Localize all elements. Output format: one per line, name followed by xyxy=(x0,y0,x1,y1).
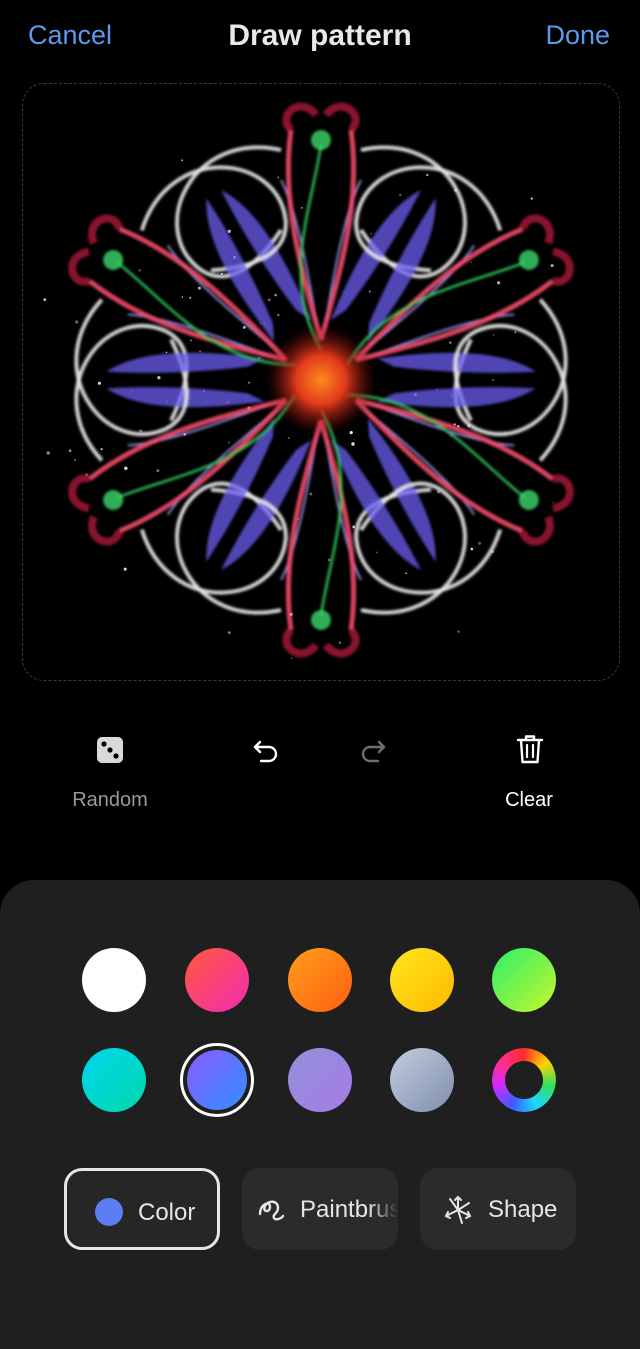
color-mode-button[interactable]: Color xyxy=(64,1168,220,1250)
swatch-lavender[interactable] xyxy=(288,1048,352,1112)
trash-icon xyxy=(516,735,544,764)
color-wheel-icon xyxy=(492,1048,556,1112)
clear-label: Clear xyxy=(505,789,553,811)
brush-stroke-icon xyxy=(258,1200,285,1221)
swatch-orange[interactable] xyxy=(288,948,352,1012)
paintbrush-mode-button[interactable]: Paintbrush xyxy=(242,1168,398,1250)
undo-icon xyxy=(253,740,278,763)
random-label: Random xyxy=(72,789,148,811)
shape-mode-label: Shape xyxy=(488,1196,558,1223)
redo-icon xyxy=(361,740,386,763)
dice-icon xyxy=(97,737,123,763)
swatch-white[interactable] xyxy=(82,948,146,1012)
shape-mode-button[interactable]: Shape xyxy=(420,1168,576,1250)
swatch-blue-violet[interactable] xyxy=(187,1050,247,1110)
top-bar: Cancel Draw pattern Done xyxy=(0,0,640,80)
swatch-cyan[interactable] xyxy=(82,1048,146,1112)
color-wheel-picker[interactable] xyxy=(492,1048,556,1112)
random-button[interactable] xyxy=(96,736,124,764)
color-mode-label: Color xyxy=(138,1199,196,1226)
undo-button[interactable] xyxy=(251,734,281,764)
kaleidoscope-pattern xyxy=(43,102,574,660)
cancel-button[interactable]: Cancel xyxy=(28,20,112,51)
pattern-core xyxy=(266,325,376,435)
swatch-gray-blue[interactable] xyxy=(390,1048,454,1112)
redo-button[interactable] xyxy=(358,734,388,764)
done-button[interactable]: Done xyxy=(545,20,610,51)
color-dot-icon xyxy=(95,1198,123,1226)
swatch-red-pink[interactable] xyxy=(185,948,249,1012)
kaleidoscope-shape-icon xyxy=(444,1195,472,1224)
swatch-yellow[interactable] xyxy=(390,948,454,1012)
drawing-canvas[interactable] xyxy=(22,83,620,681)
clear-button[interactable] xyxy=(515,733,545,765)
swatch-green[interactable] xyxy=(492,948,556,1012)
page-title: Draw pattern xyxy=(228,19,412,52)
